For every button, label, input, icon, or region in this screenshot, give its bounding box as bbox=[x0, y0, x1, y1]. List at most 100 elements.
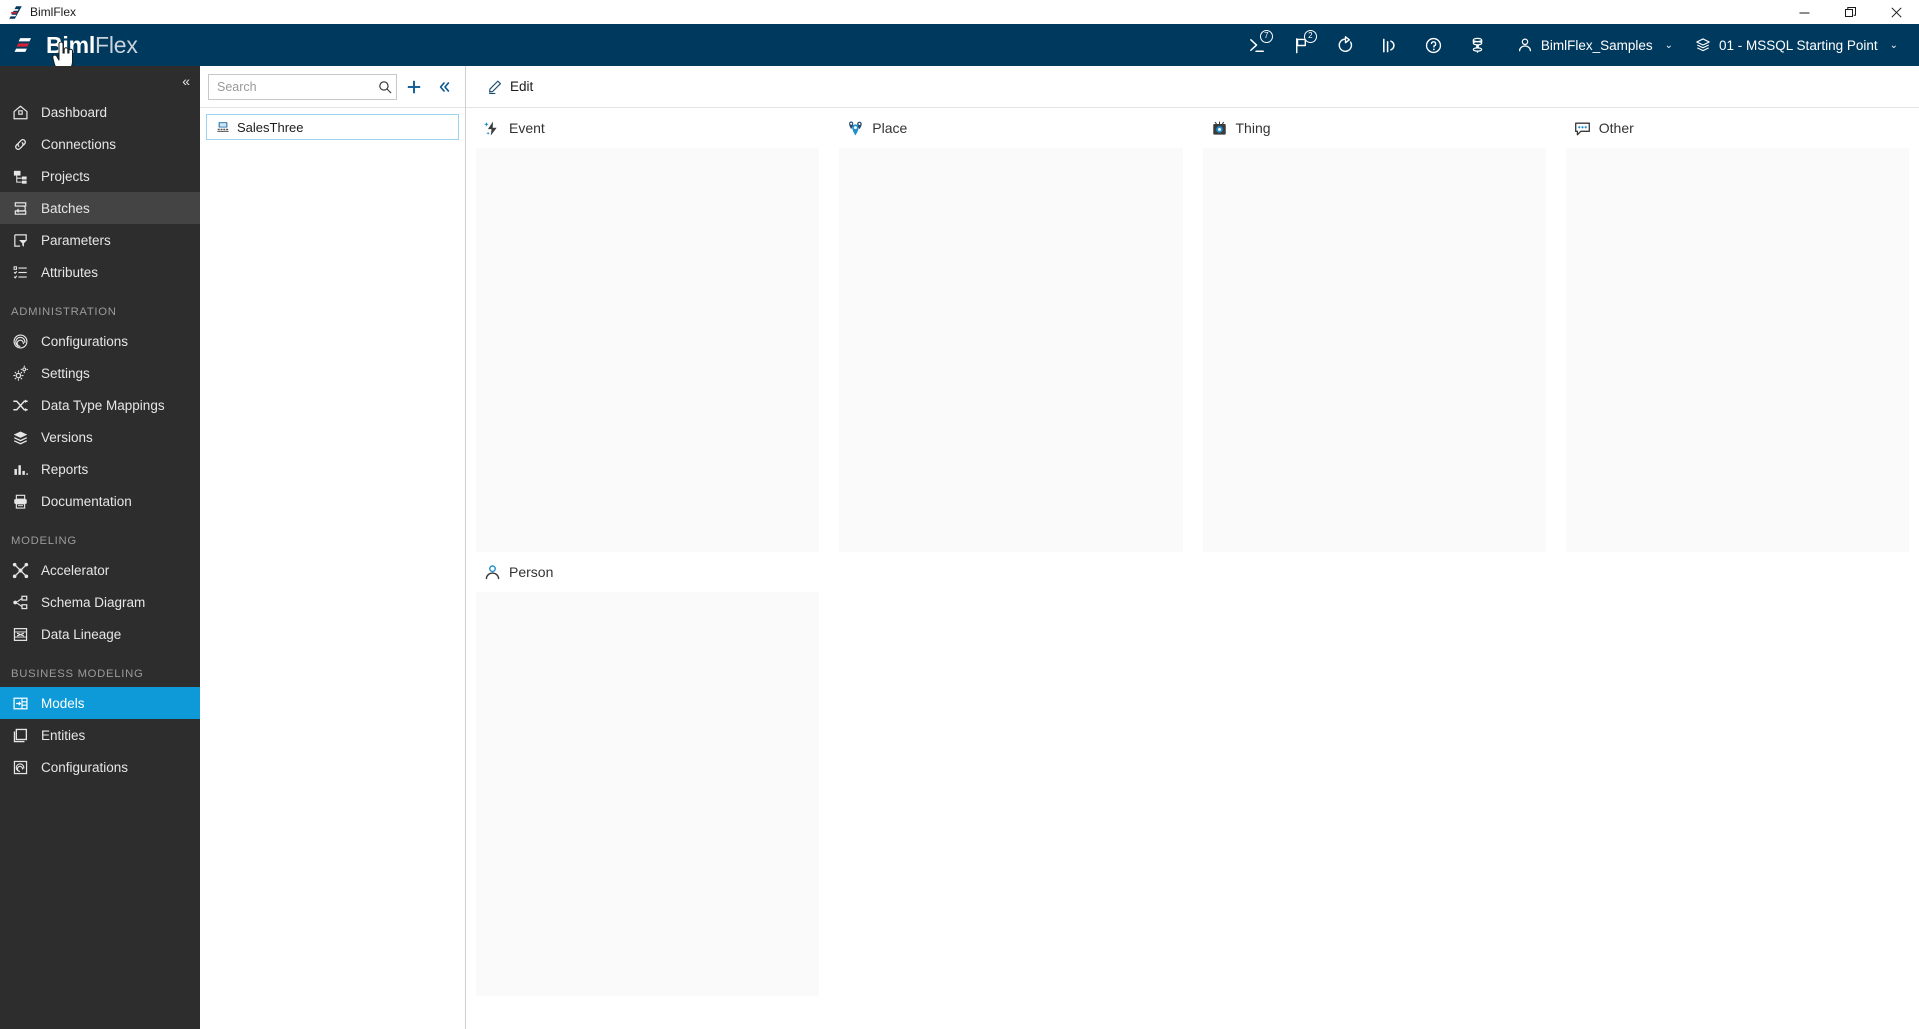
business-configurations-icon bbox=[11, 758, 29, 776]
lane-header: Other bbox=[1562, 108, 1913, 148]
edit-button[interactable]: Edit bbox=[483, 75, 537, 99]
project-menu[interactable]: 01 - MSSQL Starting Point ⌄ bbox=[1684, 24, 1909, 66]
lane-header-label: Event bbox=[509, 120, 545, 136]
search-box[interactable] bbox=[208, 73, 397, 100]
close-icon bbox=[1890, 6, 1902, 18]
sidebar-item-parameters[interactable]: Parameters bbox=[0, 224, 200, 256]
dropzone-person[interactable] bbox=[476, 592, 820, 996]
layers-icon bbox=[11, 428, 29, 446]
restore-button[interactable] bbox=[1827, 0, 1873, 24]
model-tree-panel: SalesThree bbox=[200, 66, 466, 1029]
other-icon bbox=[1574, 120, 1591, 137]
add-model-button[interactable] bbox=[401, 74, 427, 100]
dropzone-place[interactable] bbox=[839, 148, 1183, 552]
edit-button-label: Edit bbox=[510, 79, 534, 94]
dropzone-other[interactable] bbox=[1565, 148, 1909, 552]
sidebar-item-projects[interactable]: Projects bbox=[0, 160, 200, 192]
sidebar-item-data-lineage[interactable]: Data Lineage bbox=[0, 618, 200, 650]
sidebar: « Dashboard Connections Projects Batches… bbox=[0, 66, 200, 1029]
sidebar-item-accelerator[interactable]: Accelerator bbox=[0, 554, 200, 586]
sidebar-item-settings[interactable]: Settings bbox=[0, 357, 200, 389]
sidebar-item-dashboard[interactable]: Dashboard bbox=[0, 96, 200, 128]
lane-header-label: Person bbox=[509, 564, 554, 580]
attributes-icon bbox=[11, 263, 29, 281]
sidebar-item-label: Connections bbox=[41, 136, 117, 152]
sidebar-item-documentation[interactable]: Documentation bbox=[0, 485, 200, 517]
lane-header: Event bbox=[472, 108, 823, 148]
documentation-icon bbox=[11, 492, 29, 510]
user-menu[interactable]: BimlFlex_Samples ⌄ bbox=[1506, 24, 1684, 66]
model-canvas: Event Place Thing Other Person bbox=[466, 108, 1919, 1029]
brand-text-bold: Biml bbox=[46, 31, 96, 58]
sidebar-item-label: Documentation bbox=[41, 493, 132, 509]
place-icon bbox=[847, 120, 864, 137]
tree-toolbar bbox=[200, 66, 465, 108]
flag-icon-button[interactable]: 2 bbox=[1280, 24, 1324, 66]
sidebar-item-label: Reports bbox=[41, 461, 89, 477]
sidebar-item-label: Settings bbox=[41, 365, 90, 381]
sidebar-item-data-type-mappings[interactable]: Data Type Mappings bbox=[0, 389, 200, 421]
accelerator-icon bbox=[11, 561, 29, 579]
list-item[interactable]: SalesThree bbox=[206, 114, 459, 140]
lane-thing: Thing bbox=[1193, 108, 1556, 552]
sidebar-item-label: Data Lineage bbox=[41, 626, 122, 642]
lane-event: Event bbox=[466, 108, 829, 552]
user-icon bbox=[1518, 38, 1531, 52]
sidebar-item-label: Accelerator bbox=[41, 562, 110, 578]
console-icon-button[interactable]: 7 bbox=[1236, 24, 1280, 66]
sidebar-collapse-button[interactable]: « bbox=[0, 66, 200, 96]
sidebar-item-label: Models bbox=[41, 695, 85, 711]
sidebar-item-schema-diagram[interactable]: Schema Diagram bbox=[0, 586, 200, 618]
console-badge: 7 bbox=[1259, 30, 1273, 43]
app-header: BimlFlex 7 2 BimlFlex_Samples ⌄ 01 - MSS… bbox=[0, 24, 1919, 72]
app-body: « Dashboard Connections Projects Batches… bbox=[0, 66, 1919, 1029]
sidebar-item-batches[interactable]: Batches bbox=[0, 192, 200, 224]
brand-mark-icon bbox=[14, 34, 36, 56]
minimize-icon bbox=[1799, 12, 1809, 13]
sidebar-item-configurations[interactable]: Configurations bbox=[0, 325, 200, 357]
sidebar-item-label: Parameters bbox=[41, 232, 111, 248]
thing-icon bbox=[1211, 120, 1228, 137]
metrics-icon bbox=[1383, 38, 1395, 52]
list-item-label: SalesThree bbox=[237, 119, 304, 135]
sidebar-item-business-configurations[interactable]: Configurations bbox=[0, 751, 200, 783]
sidebar-item-label: Attributes bbox=[41, 264, 99, 280]
sidebar-item-models[interactable]: Models bbox=[0, 687, 200, 719]
event-icon bbox=[484, 120, 501, 137]
brand-logo[interactable]: BimlFlex bbox=[0, 31, 200, 72]
pencil-icon bbox=[489, 80, 501, 94]
sidebar-item-reports[interactable]: Reports bbox=[0, 453, 200, 485]
brand-text: BimlFlex bbox=[46, 31, 138, 58]
sidebar-item-connections[interactable]: Connections bbox=[0, 128, 200, 160]
lane-other: Other bbox=[1556, 108, 1919, 552]
lane-header-label: Thing bbox=[1235, 120, 1271, 136]
tree-collapse-button[interactable] bbox=[431, 74, 457, 100]
refresh-icon-button[interactable] bbox=[1324, 24, 1368, 66]
dropzone-event[interactable] bbox=[476, 148, 820, 552]
reports-icon bbox=[11, 460, 29, 478]
header-actions: 7 2 BimlFlex_Samples ⌄ 01 - MSSQL Starti… bbox=[1236, 24, 1919, 66]
sidebar-item-attributes[interactable]: Attributes bbox=[0, 256, 200, 288]
search-input[interactable] bbox=[217, 79, 378, 94]
database-icon-button[interactable] bbox=[1456, 24, 1500, 66]
dropzone-thing[interactable] bbox=[1202, 148, 1546, 552]
search-icon[interactable] bbox=[378, 80, 392, 94]
metrics-icon-button[interactable] bbox=[1368, 24, 1412, 66]
help-icon-button[interactable] bbox=[1412, 24, 1456, 66]
project-menu-label: 01 - MSSQL Starting Point bbox=[1719, 37, 1878, 53]
app-logo-icon bbox=[8, 4, 23, 20]
sidebar-item-label: Batches bbox=[41, 200, 90, 216]
sidebar-item-versions[interactable]: Versions bbox=[0, 421, 200, 453]
minimize-button[interactable] bbox=[1781, 0, 1827, 24]
projects-icon bbox=[11, 167, 29, 185]
lane-row-secondary: Person bbox=[466, 552, 1919, 996]
lane-header: Thing bbox=[1199, 108, 1550, 148]
batches-icon bbox=[11, 199, 29, 217]
sidebar-item-entities[interactable]: Entities bbox=[0, 719, 200, 751]
main-content: Edit Event Place Thing Other Person bbox=[466, 66, 1919, 1029]
lane-spacer bbox=[829, 552, 1919, 996]
brand-text-light: Flex bbox=[95, 31, 138, 58]
double-chevron-left-icon bbox=[439, 81, 450, 92]
parameters-icon bbox=[11, 231, 29, 249]
close-button[interactable] bbox=[1873, 0, 1919, 24]
